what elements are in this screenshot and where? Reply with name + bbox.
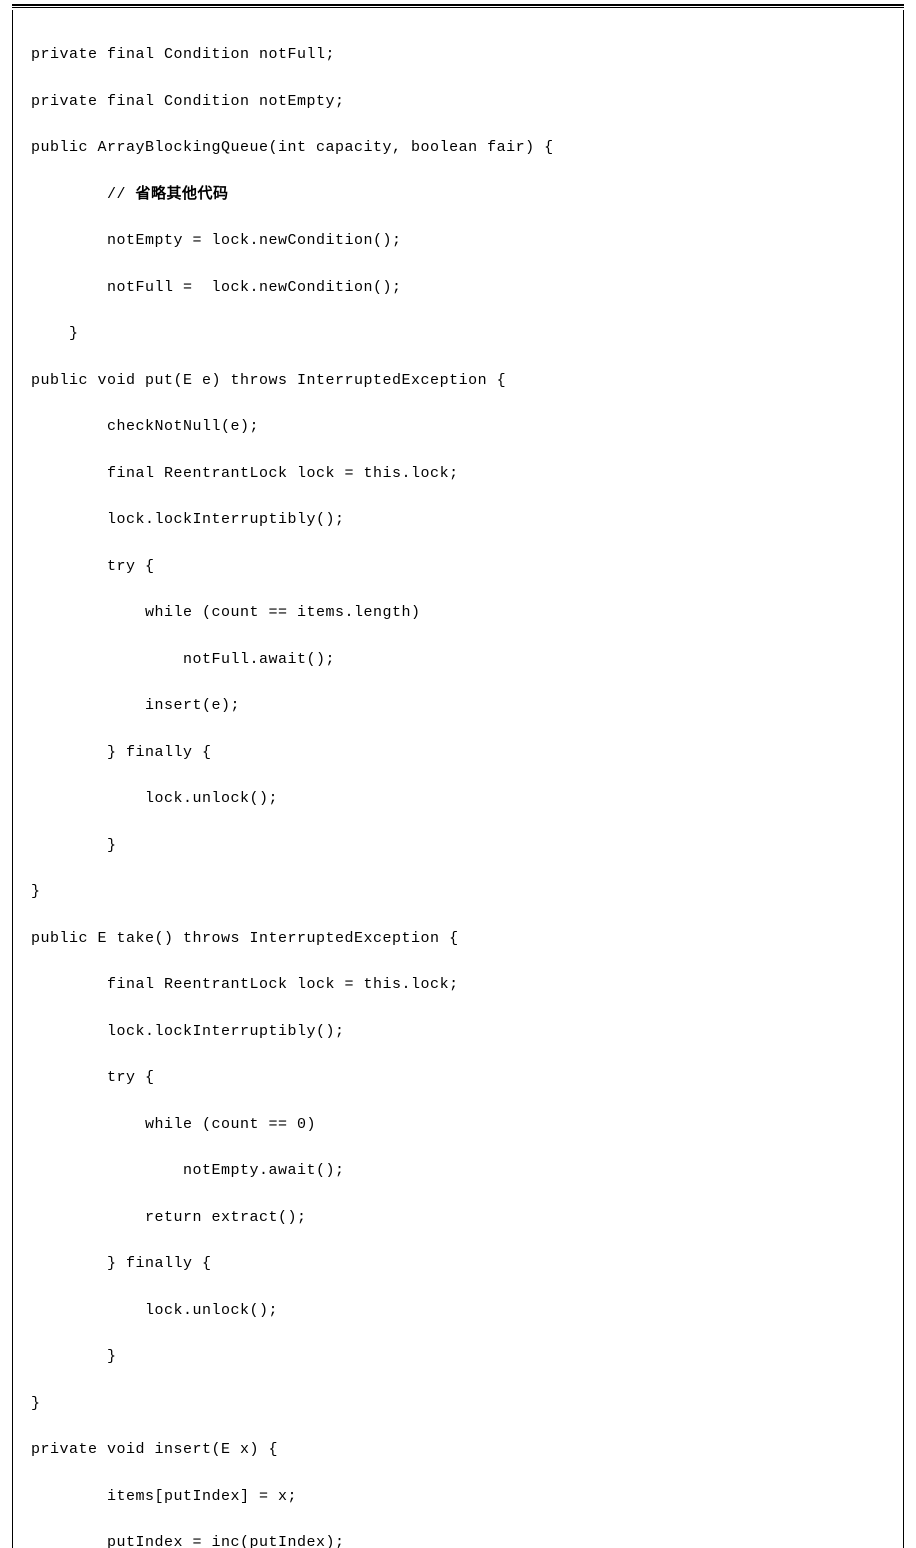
code-line: while (count == items.length) bbox=[31, 601, 885, 624]
code-line: lock.lockInterruptibly(); bbox=[31, 1020, 885, 1043]
code-block: private final Condition notFull; private… bbox=[12, 10, 904, 1548]
code-line: public void put(E e) throws InterruptedE… bbox=[31, 369, 885, 392]
code-line: while (count == 0) bbox=[31, 1113, 885, 1136]
code-line: } bbox=[31, 880, 885, 903]
code-line: } bbox=[31, 322, 885, 345]
code-line: final ReentrantLock lock = this.lock; bbox=[31, 462, 885, 485]
top-rule bbox=[12, 4, 904, 8]
code-line: public ArrayBlockingQueue(int capacity, … bbox=[31, 136, 885, 159]
code-line: } bbox=[31, 1392, 885, 1415]
code-line: notFull = lock.newCondition(); bbox=[31, 276, 885, 299]
code-line: } bbox=[31, 1345, 885, 1368]
code-line: try { bbox=[31, 1066, 885, 1089]
code-line: notEmpty = lock.newCondition(); bbox=[31, 229, 885, 252]
code-line: private final Condition notEmpty; bbox=[31, 90, 885, 113]
code-line: } finally { bbox=[31, 741, 885, 764]
code-line: items[putIndex] = x; bbox=[31, 1485, 885, 1508]
code-line: lock.unlock(); bbox=[31, 1299, 885, 1322]
code-line: checkNotNull(e); bbox=[31, 415, 885, 438]
comment-prefix: // bbox=[31, 186, 136, 203]
page-container: private final Condition notFull; private… bbox=[0, 0, 916, 1548]
code-line-comment: // 省略其他代码 bbox=[31, 183, 885, 206]
code-line: putIndex = inc(putIndex); bbox=[31, 1531, 885, 1548]
code-line: return extract(); bbox=[31, 1206, 885, 1229]
code-line: lock.unlock(); bbox=[31, 787, 885, 810]
code-line: private final Condition notFull; bbox=[31, 43, 885, 66]
code-line: final ReentrantLock lock = this.lock; bbox=[31, 973, 885, 996]
code-line: lock.lockInterruptibly(); bbox=[31, 508, 885, 531]
code-line: try { bbox=[31, 555, 885, 578]
code-line: insert(e); bbox=[31, 694, 885, 717]
code-line: public E take() throws InterruptedExcept… bbox=[31, 927, 885, 950]
code-line: } finally { bbox=[31, 1252, 885, 1275]
code-line: notEmpty.await(); bbox=[31, 1159, 885, 1182]
code-line: private void insert(E x) { bbox=[31, 1438, 885, 1461]
comment-chinese: 省略其他代码 bbox=[136, 186, 229, 203]
code-line: } bbox=[31, 834, 885, 857]
code-line: notFull.await(); bbox=[31, 648, 885, 671]
